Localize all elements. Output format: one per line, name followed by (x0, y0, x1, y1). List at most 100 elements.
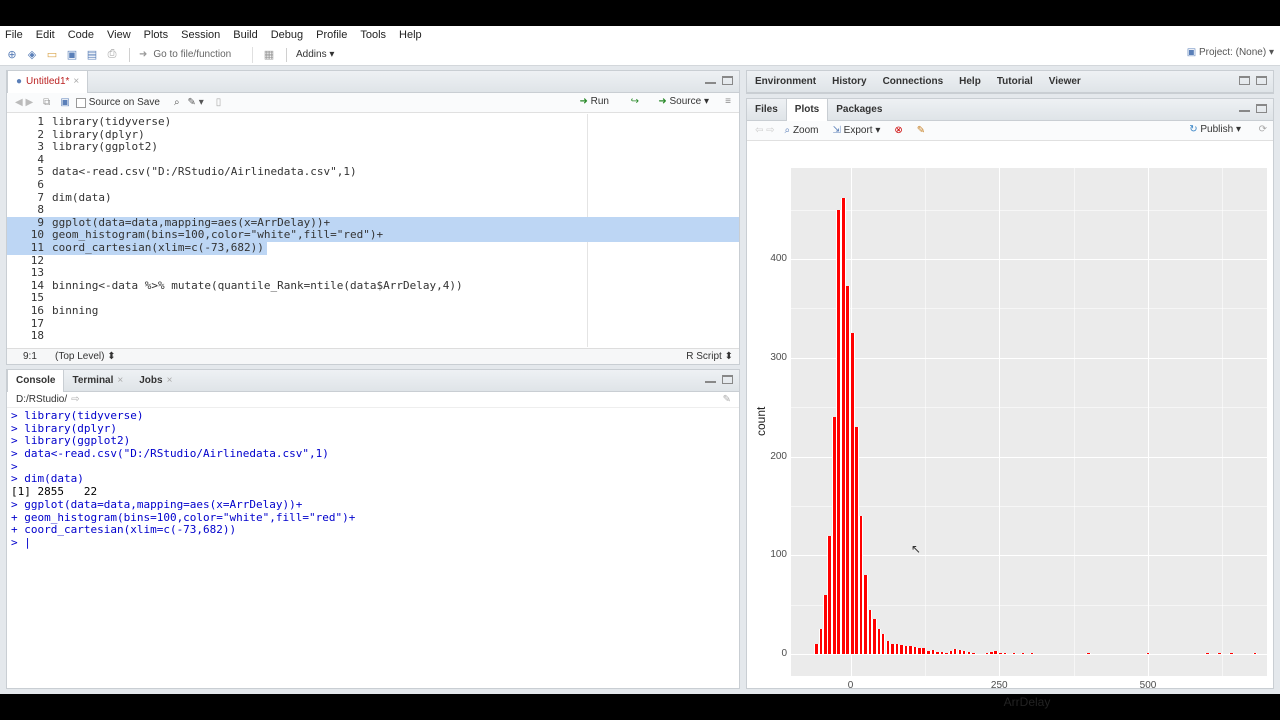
new-file-icon[interactable]: ⊕ (4, 47, 20, 63)
tab-help[interactable]: Help (951, 71, 989, 93)
file-type-dropdown[interactable]: R Script ⬍ (686, 351, 733, 362)
project-menu[interactable]: ▣ Project: (None) ▾ (1187, 47, 1274, 58)
maximize-icon[interactable] (722, 375, 733, 384)
major-gridline (1148, 168, 1149, 676)
tab-history[interactable]: History (824, 71, 874, 93)
clear-plots-icon[interactable]: ✎ (917, 125, 925, 136)
publish-button[interactable]: ↻ Publish ▾ (1189, 124, 1241, 135)
source-on-save-checkbox[interactable] (75, 97, 86, 108)
tab-viewer[interactable]: Viewer (1041, 71, 1089, 93)
minimize-icon[interactable] (705, 81, 716, 84)
close-icon[interactable]: × (167, 375, 173, 386)
restore-icon[interactable] (1239, 76, 1250, 85)
search-icon[interactable]: ⌕ (174, 97, 180, 108)
menu-debug[interactable]: Debug (271, 29, 303, 41)
source-button[interactable]: ➜ Source ▾ (658, 96, 709, 107)
goto-dir-icon[interactable]: ⇨ (71, 394, 79, 405)
tab-console[interactable]: Console (7, 369, 65, 392)
tab-plots[interactable]: Plots (785, 98, 829, 121)
toolbar-divider (129, 47, 130, 62)
save-all-icon[interactable]: ▤ (84, 47, 100, 63)
mouse-cursor-icon: ↖ (911, 542, 922, 556)
code-text: binning<-data %>% mutate(quantile_Rank=n… (52, 278, 463, 292)
tab-packages[interactable]: Packages (828, 99, 890, 121)
maximize-icon[interactable] (1256, 76, 1267, 85)
menu-build[interactable]: Build (233, 29, 257, 41)
code-line: 13 (7, 267, 739, 280)
line-number: 11 (30, 241, 44, 254)
save-icon[interactable]: ▣ (60, 97, 69, 108)
show-in-window-icon[interactable]: ⧉ (43, 97, 50, 108)
tab-untitled1[interactable]: ● Untitled1* × (7, 70, 89, 93)
prev-plot-icon[interactable]: ⇦ ⇨ (755, 125, 775, 136)
new-project-icon[interactable]: ◈ (24, 47, 40, 63)
menu-edit[interactable]: Edit (36, 29, 55, 41)
console-output-line: [1] 2855 22 (11, 485, 98, 499)
back-icon[interactable]: ◀ ▶ (15, 97, 33, 108)
menu-tools[interactable]: Tools (360, 29, 386, 41)
console-command: > dim(data) (11, 472, 84, 486)
code-line: 15 (7, 292, 739, 305)
line-number: 1 (37, 115, 44, 128)
histogram-bar (1011, 653, 1017, 654)
editor-statusbar: 9:1 (Top Level) ⬍ R Script ⬍ (7, 348, 739, 364)
code-line: 12 (7, 254, 739, 268)
tab-terminal[interactable]: Terminal × (64, 370, 131, 392)
menu-code[interactable]: Code (68, 29, 94, 41)
tab-jobs[interactable]: Jobs × (131, 370, 180, 392)
code-editor[interactable]: 1 library(tidyverse) 2 library(dplyr) 3 libra… (7, 114, 739, 347)
menu-plots[interactable]: Plots (144, 29, 168, 41)
major-gridline (791, 456, 1267, 458)
source-tabbar: ● Untitled1* × (7, 70, 739, 93)
zoom-button[interactable]: ⌕ Zoom (785, 125, 819, 136)
grid-layout-icon[interactable]: ▦ (261, 47, 277, 63)
export-label: Export (843, 125, 873, 136)
open-file-icon[interactable]: ▭ (44, 47, 60, 63)
code-text: library(tidyverse) (52, 115, 172, 128)
menu-file[interactable]: File (5, 29, 23, 41)
y-tick-label: 300 (770, 351, 787, 363)
addins-label: Addins (296, 49, 327, 60)
print-icon[interactable]: ⎙ (104, 47, 120, 63)
tab-tutorial[interactable]: Tutorial (989, 71, 1041, 93)
tab-files[interactable]: Files (747, 99, 786, 121)
project-icon: ▣ (1186, 47, 1197, 58)
goto-file-input[interactable]: ➜ Go to file/function (135, 46, 253, 63)
export-button[interactable]: ⇲ Export ▾ (833, 125, 881, 136)
run-button[interactable]: ➜ Run (579, 96, 609, 107)
maximize-icon[interactable] (1256, 104, 1267, 113)
maximize-icon[interactable] (722, 76, 733, 85)
run-label: Run (590, 96, 609, 107)
minimize-icon[interactable] (1239, 109, 1250, 112)
clear-console-icon[interactable]: ✎ (723, 394, 731, 405)
menu-view[interactable]: View (107, 29, 131, 41)
source-label: Source (669, 96, 702, 107)
file-type-label: R Script (686, 351, 722, 362)
console-output[interactable]: > library(tidyverse) > library(dplyr) > li… (7, 409, 739, 550)
cursor-position: 9:1 (23, 351, 37, 362)
save-icon[interactable]: ▣ (64, 47, 80, 63)
line-number: 3 (37, 140, 44, 154)
addins-menu[interactable]: Addins ▾ (296, 49, 334, 60)
close-icon[interactable]: × (117, 375, 123, 386)
publish-icon: ↻ (1189, 124, 1198, 135)
tab-connections[interactable]: Connections (875, 71, 952, 93)
goto-placeholder: Go to file/function (153, 49, 232, 60)
code-line: 7 dim(data) (7, 191, 739, 205)
tab-environment[interactable]: Environment (747, 71, 824, 93)
menu-help[interactable]: Help (399, 29, 422, 41)
menu-profile[interactable]: Profile (316, 29, 347, 41)
refresh-icon[interactable]: ⟳ (1259, 124, 1267, 135)
compile-report-icon[interactable]: ▯ (216, 97, 222, 108)
outline-icon[interactable]: ≡ (725, 96, 731, 107)
minimize-icon[interactable] (705, 380, 716, 383)
wand-icon[interactable]: ✎ ▾ (188, 97, 204, 108)
scope-dropdown[interactable]: (Top Level) ⬍ (55, 351, 116, 362)
y-tick-label: 200 (770, 450, 787, 462)
remove-plot-icon[interactable]: ⊗ (894, 125, 902, 136)
menu-session[interactable]: Session (181, 29, 220, 41)
close-icon[interactable]: × (73, 76, 79, 87)
x-tick-label: 0 (847, 680, 854, 691)
zoom-label: Zoom (792, 125, 819, 136)
rerun-icon[interactable]: ↪ (631, 96, 639, 107)
